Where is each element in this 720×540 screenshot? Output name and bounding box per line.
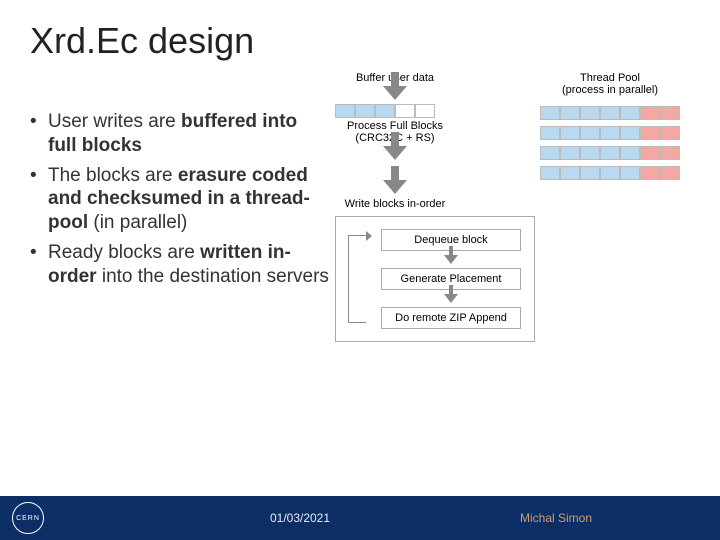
bullet-list: User writes are buffered into full block… — [30, 110, 330, 294]
bullet-item: The blocks are erasure coded and checksu… — [30, 164, 330, 235]
buffer-row — [335, 104, 455, 118]
footer-date: 01/03/2021 — [240, 511, 360, 525]
arrow-down-icon — [444, 255, 458, 264]
bullet-text: (in parallel) — [88, 212, 187, 233]
thread-pool-label: Thread Pool (process in parallel) — [520, 72, 700, 96]
footer-author: Michal Simon — [520, 511, 592, 525]
bullet-text: The blocks are — [48, 165, 178, 186]
diagram: Thread Pool (process in parallel) Buffer… — [335, 72, 715, 342]
slide-title: Xrd.Ec design — [30, 20, 254, 62]
process-label-line1: Process Full Blocks — [347, 120, 443, 132]
top-flow: Buffer user data Process Full Blocks (CR… — [335, 72, 455, 342]
cern-logo-icon: CERN — [12, 502, 44, 534]
thread-pool-column: Thread Pool (process in parallel) — [520, 72, 700, 186]
arrow-down-icon — [383, 146, 407, 160]
bullet-text: Ready blocks are — [48, 242, 200, 263]
thread-pool-line1: Thread Pool — [580, 72, 640, 84]
ec-block-row — [520, 126, 700, 140]
bullet-item: Ready blocks are written in-order into t… — [30, 241, 330, 289]
ec-block-row — [520, 166, 700, 180]
footer: CERN 01/03/2021 Michal Simon — [0, 496, 720, 540]
bullet-text: User writes are — [48, 111, 181, 132]
loop-arrow-icon — [348, 235, 366, 323]
arrow-down-icon — [383, 180, 407, 194]
arrow-down-icon — [383, 86, 407, 100]
thread-pool-line2: (process in parallel) — [562, 84, 658, 96]
append-box: Do remote ZIP Append — [381, 307, 521, 329]
ec-block-row — [520, 106, 700, 120]
ec-block-row — [520, 146, 700, 160]
bullet-text: into the destination servers — [97, 266, 329, 287]
write-group: Dequeue block Generate Placement Do remo… — [335, 216, 535, 342]
arrow-down-icon — [444, 294, 458, 303]
bullet-item: User writes are buffered into full block… — [30, 110, 330, 158]
write-label: Write blocks in-order — [335, 198, 455, 210]
